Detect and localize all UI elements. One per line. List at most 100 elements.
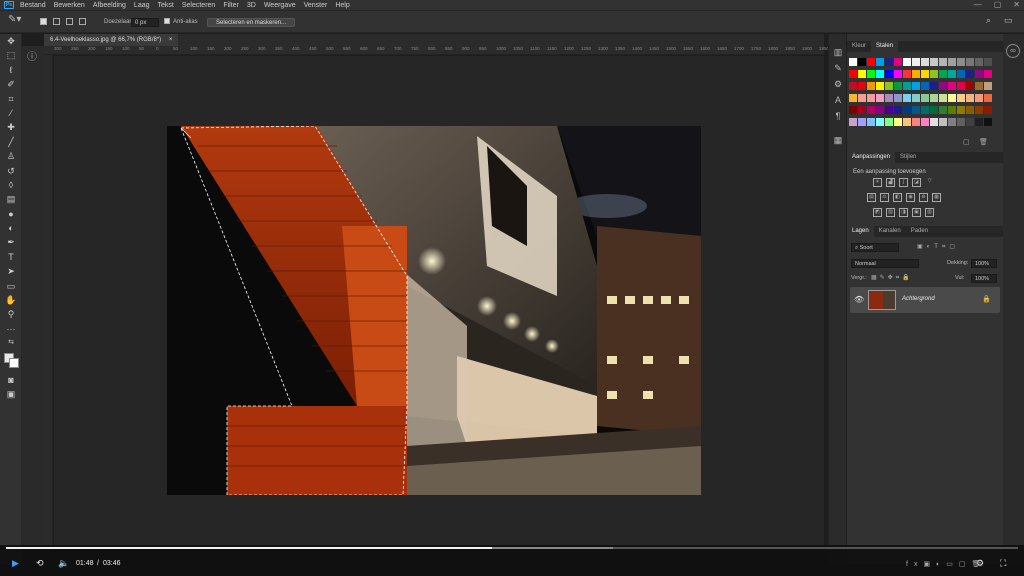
add-selection-icon[interactable] — [53, 18, 60, 27]
info-icon[interactable]: ⓘ — [27, 48, 37, 63]
history-panel-icon[interactable]: ▥ — [829, 44, 847, 60]
swatch-grid[interactable] — [847, 56, 1003, 136]
swatch[interactable] — [867, 70, 875, 78]
clone-stamp-icon[interactable]: ♙ — [0, 149, 22, 163]
swatch[interactable] — [966, 82, 974, 90]
swatch[interactable] — [957, 118, 965, 126]
pen-tool-icon[interactable]: ✒ — [0, 235, 22, 249]
photo-filter-adjust-icon[interactable]: ◉ — [906, 193, 915, 202]
swatch[interactable] — [867, 106, 875, 114]
swatch[interactable] — [957, 94, 965, 102]
swatch[interactable] — [966, 106, 974, 114]
swatch[interactable] — [912, 94, 920, 102]
swatch[interactable] — [921, 82, 929, 90]
history-brush-icon[interactable]: ↺ — [0, 164, 22, 178]
menu-bewerken[interactable]: Bewerken — [54, 2, 85, 9]
tab-lagen[interactable]: Lagen — [847, 226, 874, 237]
swatch[interactable] — [903, 94, 911, 102]
swatch[interactable] — [894, 94, 902, 102]
swatch[interactable] — [849, 94, 857, 102]
swatch[interactable] — [876, 94, 884, 102]
swatch[interactable] — [966, 58, 974, 66]
video-progress-bar[interactable] — [6, 547, 1018, 549]
menu-filter[interactable]: Filter — [223, 2, 239, 9]
creative-cloud-icon[interactable]: ∞ — [1006, 44, 1020, 58]
brush-tool-icon[interactable]: ╱ — [0, 135, 22, 149]
swatch[interactable] — [912, 106, 920, 114]
channel-mixer-adjust-icon[interactable]: ⊛ — [919, 193, 928, 202]
swatch[interactable] — [849, 70, 857, 78]
blur-tool-icon[interactable]: ● — [0, 207, 22, 221]
type-tool-icon[interactable]: T — [0, 250, 22, 264]
shape-tool-icon[interactable]: ▭ — [0, 279, 22, 293]
swatch[interactable] — [858, 82, 866, 90]
dodge-tool-icon[interactable]: ◐ — [0, 221, 22, 235]
swatch[interactable] — [975, 82, 983, 90]
close-tab-icon[interactable]: × — [169, 37, 173, 43]
menu-selecteren[interactable]: Selecteren — [182, 2, 215, 9]
polygonal-lasso-preset-icon[interactable]: ✎▾ — [8, 15, 21, 25]
blend-mode-select[interactable]: Normaal — [851, 259, 919, 268]
swatch[interactable] — [957, 70, 965, 78]
invert-adjust-icon[interactable]: ◩ — [873, 208, 882, 217]
character-panel-icon[interactable]: A — [829, 92, 847, 108]
menu-3d[interactable]: 3D — [247, 2, 256, 9]
swatch[interactable] — [885, 58, 893, 66]
swatch[interactable] — [858, 70, 866, 78]
swatch[interactable] — [939, 94, 947, 102]
swatch[interactable] — [885, 70, 893, 78]
color-balance-adjust-icon[interactable]: ⚖ — [880, 193, 889, 202]
eraser-icon[interactable]: ◊ — [0, 178, 22, 192]
selective-color-adjust-icon[interactable]: ▣ — [912, 208, 921, 217]
layer-panel-footer-icons[interactable]: fx▣◐▭▢🗑 — [906, 560, 986, 568]
maximize-button[interactable]: ▢ — [994, 0, 1002, 10]
menu-bestand[interactable]: Bestand — [20, 2, 46, 9]
swatch[interactable] — [921, 106, 929, 114]
swatch[interactable] — [975, 94, 983, 102]
opacity-input[interactable]: 100% — [971, 259, 997, 268]
swatch[interactable] — [930, 58, 938, 66]
gradient-map-adjust-icon[interactable]: ▥ — [925, 208, 934, 217]
swatch[interactable] — [930, 82, 938, 90]
swatch[interactable] — [930, 70, 938, 78]
brightness-adjust-icon[interactable]: ☀ — [873, 178, 882, 187]
tab-stalen[interactable]: Stalen — [871, 41, 899, 52]
swatch[interactable] — [921, 118, 929, 126]
replay-icon[interactable]: ⟲ — [36, 558, 44, 569]
swatch[interactable] — [885, 106, 893, 114]
swatch[interactable] — [912, 82, 920, 90]
more-tools-icon[interactable]: ··· — [0, 322, 22, 336]
properties-panel-icon[interactable]: ⚙ — [829, 76, 847, 92]
tab-kanalen[interactable]: Kanalen — [874, 226, 906, 237]
swatch[interactable] — [957, 58, 965, 66]
swatch[interactable] — [858, 94, 866, 102]
swatch[interactable] — [948, 94, 956, 102]
swatch[interactable] — [903, 106, 911, 114]
menu-laag[interactable]: Laag — [134, 2, 150, 9]
swatch[interactable] — [921, 70, 929, 78]
swatch[interactable] — [957, 106, 965, 114]
layer-name[interactable]: Achtergrond — [902, 296, 935, 302]
lock-icons[interactable]: ▦✎✥⌗🔒 — [871, 274, 913, 282]
swatch[interactable] — [867, 82, 875, 90]
color-swatches[interactable] — [0, 351, 22, 373]
paragraph-panel-icon[interactable]: ¶ — [829, 108, 847, 124]
menu-venster[interactable]: Venster — [304, 2, 328, 9]
layer-filter-select[interactable]: ⌕ Soort — [851, 243, 899, 252]
swatch[interactable] — [984, 118, 992, 126]
swatch[interactable] — [858, 58, 866, 66]
visibility-eye-icon[interactable]: 👁 — [854, 295, 864, 304]
tab-kleur[interactable]: Kleur — [847, 41, 871, 52]
swatch[interactable] — [948, 58, 956, 66]
swatch[interactable] — [867, 94, 875, 102]
swatch[interactable] — [903, 58, 911, 66]
swatch[interactable] — [957, 82, 965, 90]
swatch[interactable] — [948, 70, 956, 78]
swatch[interactable] — [885, 118, 893, 126]
swatch[interactable] — [894, 106, 902, 114]
document-image[interactable] — [167, 126, 701, 495]
swatch[interactable] — [867, 58, 875, 66]
swatch[interactable] — [912, 70, 920, 78]
intersect-selection-icon[interactable] — [79, 18, 86, 27]
swatch[interactable] — [939, 70, 947, 78]
